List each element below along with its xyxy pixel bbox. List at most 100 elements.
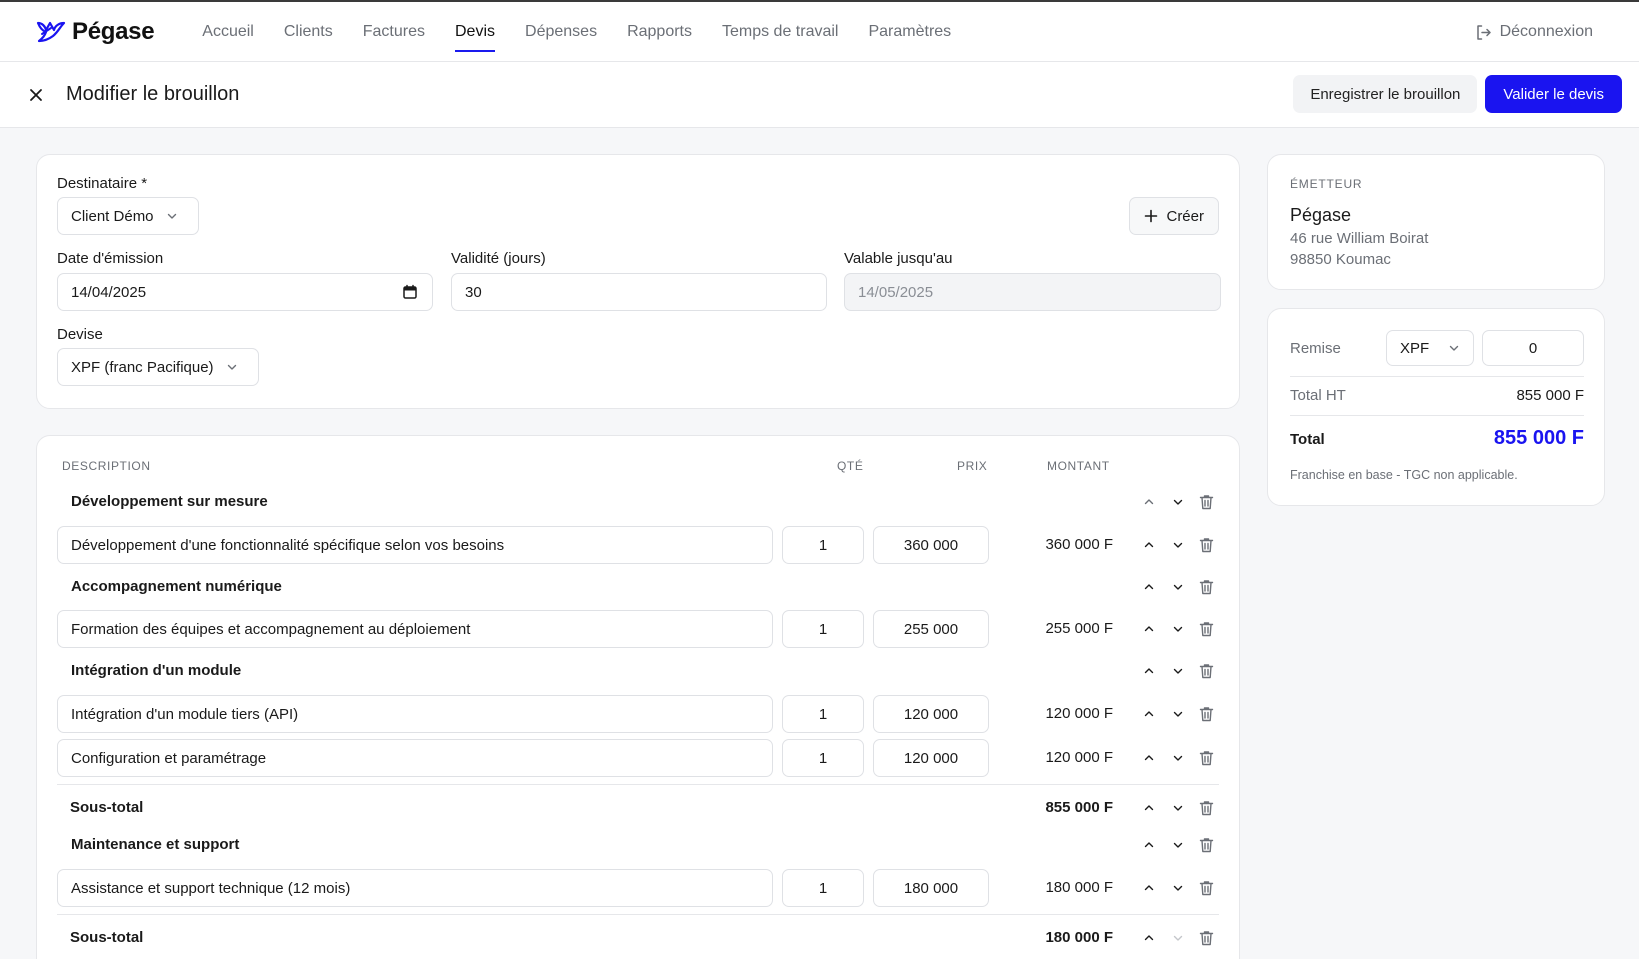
- nav-item-rapports[interactable]: Rapports: [627, 2, 692, 62]
- logout-button[interactable]: Déconnexion: [1475, 2, 1593, 62]
- move-up-button[interactable]: [1140, 836, 1157, 854]
- validate-quote-button[interactable]: Valider le devis: [1485, 75, 1622, 113]
- line-price-input[interactable]: 120 000: [873, 739, 989, 777]
- move-up-button[interactable]: [1140, 493, 1157, 511]
- total-label: Total: [1290, 431, 1325, 448]
- line-description-input[interactable]: Intégration d'un module tiers (API): [57, 695, 773, 733]
- chevron-down-icon: [1173, 584, 1182, 590]
- discount-currency-value: XPF: [1400, 339, 1430, 357]
- quote-form-card: Destinataire * Client Démo Créer Date d'…: [36, 154, 1240, 409]
- move-down-button[interactable]: [1169, 493, 1186, 511]
- nav-item-factures[interactable]: Factures: [363, 2, 425, 62]
- move-down-button[interactable]: [1169, 749, 1186, 767]
- nav-item-clients[interactable]: Clients: [284, 2, 333, 62]
- subtotal-row: Sous-total 855 000 F: [57, 784, 1219, 830]
- line-qty-input[interactable]: 1: [782, 869, 864, 907]
- line-amount: 120 000 F: [1045, 705, 1113, 722]
- line-description-input[interactable]: Configuration et paramétrage: [57, 739, 773, 777]
- subtotal-row: Sous-total 180 000 F: [57, 914, 1219, 959]
- delete-button[interactable]: [1198, 536, 1215, 554]
- chevron-up-icon: [1144, 499, 1153, 505]
- valid-until-input: 14/05/2025: [844, 273, 1221, 311]
- line-row: Développement d'une fonctionnalité spéci…: [57, 526, 1219, 566]
- move-up-button[interactable]: [1140, 620, 1157, 638]
- move-down-button[interactable]: [1169, 799, 1186, 817]
- currency-select[interactable]: XPF (franc Pacifique): [57, 348, 259, 386]
- delete-button[interactable]: [1198, 578, 1215, 596]
- move-down-button[interactable]: [1169, 929, 1186, 947]
- create-client-button[interactable]: Créer: [1129, 197, 1219, 235]
- trash-icon: [1199, 751, 1214, 766]
- line-qty-input[interactable]: 1: [782, 610, 864, 648]
- total-ht-label: Total HT: [1290, 387, 1346, 404]
- move-down-button[interactable]: [1169, 620, 1186, 638]
- move-up-button[interactable]: [1140, 578, 1157, 596]
- delete-button[interactable]: [1198, 799, 1215, 817]
- chevron-down-icon: [1173, 711, 1182, 717]
- close-button[interactable]: [26, 85, 46, 105]
- line-qty-input[interactable]: 1: [782, 526, 864, 564]
- save-draft-button[interactable]: Enregistrer le brouillon: [1293, 75, 1478, 113]
- row-actions: [1140, 799, 1215, 817]
- line-price-input[interactable]: 180 000: [873, 869, 989, 907]
- pegasus-logo-icon: [36, 21, 66, 42]
- line-price-input[interactable]: 120 000: [873, 695, 989, 733]
- validity-input[interactable]: 30: [451, 273, 827, 311]
- trash-icon: [1199, 838, 1214, 853]
- delete-button[interactable]: [1198, 620, 1215, 638]
- move-down-button[interactable]: [1169, 705, 1186, 723]
- nav-item-parametres[interactable]: Paramètres: [868, 2, 951, 62]
- section-row: Développement sur mesure: [57, 483, 1219, 523]
- move-up-button[interactable]: [1140, 705, 1157, 723]
- delete-button[interactable]: [1198, 493, 1215, 511]
- line-amount: 255 000 F: [1045, 620, 1113, 637]
- delete-button[interactable]: [1198, 929, 1215, 947]
- move-up-button[interactable]: [1140, 929, 1157, 947]
- recipient-select[interactable]: Client Démo: [57, 197, 199, 235]
- brand-logo[interactable]: Pégase: [36, 18, 155, 46]
- section-row: Intégration d'un module: [57, 652, 1219, 692]
- move-up-button[interactable]: [1140, 799, 1157, 817]
- nav-item-accueil[interactable]: Accueil: [202, 2, 254, 62]
- move-down-button[interactable]: [1169, 536, 1186, 554]
- move-down-button[interactable]: [1169, 836, 1186, 854]
- move-down-button[interactable]: [1169, 662, 1186, 680]
- nav-item-devis[interactable]: Devis: [455, 2, 496, 62]
- move-up-button[interactable]: [1140, 662, 1157, 680]
- chevron-up-icon: [1144, 885, 1153, 891]
- line-row: Intégration d'un module tiers (API) 1 12…: [57, 695, 1219, 735]
- line-description-input[interactable]: Formation des équipes et accompagnement …: [57, 610, 773, 648]
- nav-item-temps-de-travail[interactable]: Temps de travail: [722, 2, 839, 62]
- line-description-input[interactable]: Assistance et support technique (12 mois…: [57, 869, 773, 907]
- section-title: Maintenance et support: [71, 836, 240, 853]
- chevron-up-icon: [1144, 711, 1153, 717]
- move-up-button[interactable]: [1140, 536, 1157, 554]
- issue-date-value: 14/04/2025: [71, 283, 147, 301]
- line-qty-input[interactable]: 1: [782, 739, 864, 777]
- nav-item-depenses[interactable]: Dépenses: [525, 2, 597, 62]
- issue-date-input[interactable]: 14/04/2025: [57, 273, 433, 311]
- move-up-button[interactable]: [1140, 879, 1157, 897]
- line-qty-input[interactable]: 1: [782, 695, 864, 733]
- trash-icon: [1199, 931, 1214, 946]
- move-down-button[interactable]: [1169, 578, 1186, 596]
- line-price-input[interactable]: 360 000: [873, 526, 989, 564]
- discount-value-input[interactable]: 0: [1482, 330, 1584, 366]
- total-ht-row: Total HT 855 000 F: [1290, 387, 1584, 405]
- line-description-input[interactable]: Développement d'une fonctionnalité spéci…: [57, 526, 773, 564]
- move-down-button[interactable]: [1169, 879, 1186, 897]
- chevron-up-icon: [1144, 584, 1153, 590]
- trash-icon: [1199, 801, 1214, 816]
- plus-icon: [1145, 209, 1158, 223]
- line-price-input[interactable]: 255 000: [873, 610, 989, 648]
- delete-button[interactable]: [1198, 879, 1215, 897]
- calendar-icon[interactable]: [402, 284, 418, 300]
- issue-date-label: Date d'émission: [57, 250, 164, 267]
- chevron-up-icon: [1144, 626, 1153, 632]
- discount-currency-select[interactable]: XPF: [1386, 330, 1474, 366]
- delete-button[interactable]: [1198, 836, 1215, 854]
- delete-button[interactable]: [1198, 662, 1215, 680]
- delete-button[interactable]: [1198, 705, 1215, 723]
- delete-button[interactable]: [1198, 749, 1215, 767]
- move-up-button[interactable]: [1140, 749, 1157, 767]
